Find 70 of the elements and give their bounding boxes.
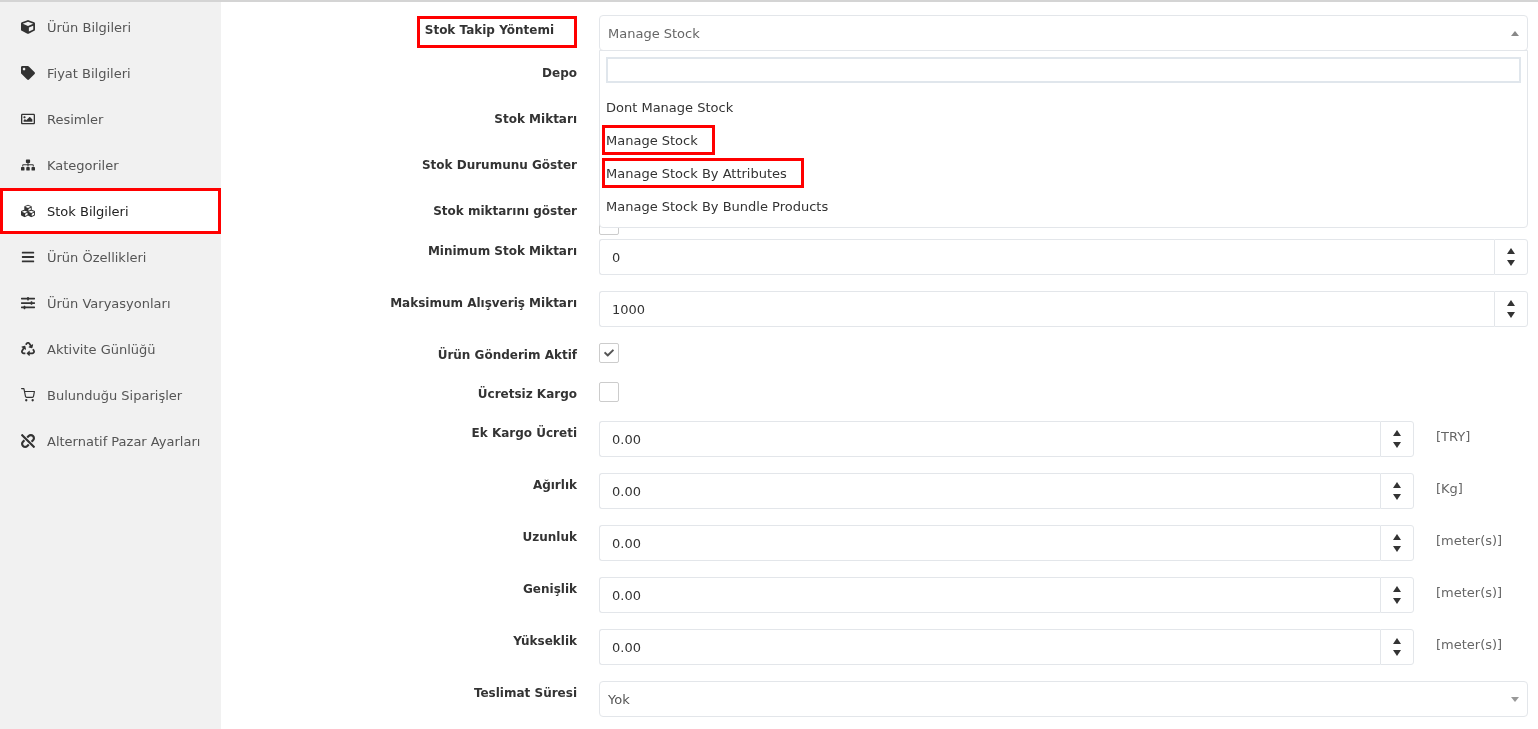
field-label: Ek Kargo Ücreti — [471, 426, 577, 440]
number-field[interactable]: 0.00 — [599, 577, 1380, 613]
up-arrow-icon[interactable] — [1393, 430, 1401, 436]
field-label: Genişlik — [523, 582, 577, 596]
sidebar-item[interactable]: Stok Bilgileri — [0, 188, 221, 234]
unit-label: [meter(s)] — [1435, 636, 1504, 652]
number-field[interactable]: 0 — [599, 239, 1494, 275]
checkbox[interactable] — [599, 382, 619, 402]
sitemap-icon — [21, 158, 35, 172]
field-label: Depo — [542, 66, 577, 80]
select-field[interactable]: Yok — [599, 681, 1528, 717]
down-arrow-icon[interactable] — [1507, 312, 1515, 318]
down-arrow-icon[interactable] — [1393, 546, 1401, 552]
cube-icon — [21, 20, 35, 34]
sliders-icon — [21, 296, 35, 310]
number-field[interactable]: 0.00 — [599, 421, 1380, 457]
field-label: Maksimum Alışveriş Miktarı — [390, 296, 577, 310]
broken-link-icon — [21, 434, 35, 448]
spin-buttons[interactable] — [1494, 291, 1528, 327]
unit-label: [meter(s)] — [1435, 584, 1504, 600]
number-field[interactable]: 0.00 — [599, 629, 1380, 665]
field-label: Minimum Stok Miktarı — [427, 244, 577, 258]
dropdown-option[interactable]: Manage Stock By Bundle Products — [606, 191, 829, 221]
field-label: Stok Miktarı — [494, 112, 577, 126]
number-field[interactable]: 0.00 — [599, 525, 1380, 561]
recycle-icon — [21, 342, 35, 356]
spin-buttons[interactable] — [1380, 525, 1414, 561]
up-arrow-icon[interactable] — [1393, 586, 1401, 592]
up-arrow-icon[interactable] — [1393, 534, 1401, 540]
dropdown-option[interactable]: Dont Manage Stock — [606, 92, 734, 122]
spin-buttons[interactable] — [1494, 239, 1528, 275]
field-label: Ücretsiz Kargo — [477, 387, 577, 401]
unit-label: [TRY] — [1435, 428, 1472, 444]
unit-label: [Kg] — [1435, 480, 1464, 496]
caret-icon — [1511, 30, 1519, 36]
field-label: Stok Takip Yöntemi — [416, 16, 577, 48]
up-arrow-icon[interactable] — [1393, 638, 1401, 644]
field-label: Yükseklik — [513, 634, 577, 648]
image-icon — [21, 112, 35, 126]
checkbox[interactable] — [599, 343, 619, 363]
down-arrow-icon[interactable] — [1393, 650, 1401, 656]
spin-buttons[interactable] — [1380, 421, 1414, 457]
field-label: Uzunluk — [522, 530, 577, 544]
cart-icon — [21, 388, 35, 402]
spin-buttons[interactable] — [1380, 629, 1414, 665]
field-label: Ürün Gönderim Aktif — [437, 348, 577, 362]
number-field[interactable]: 1000 — [599, 291, 1494, 327]
menu-icon — [21, 250, 35, 264]
check-icon — [604, 348, 614, 358]
up-arrow-icon[interactable] — [1507, 300, 1515, 306]
up-arrow-icon[interactable] — [1393, 482, 1401, 488]
unit-label: [meter(s)] — [1435, 532, 1504, 548]
down-arrow-icon[interactable] — [1393, 442, 1401, 448]
down-arrow-icon[interactable] — [1393, 598, 1401, 604]
search-field[interactable] — [606, 57, 1521, 83]
cubes-icon — [21, 204, 35, 218]
field-label: Teslimat Süresi — [473, 686, 577, 700]
field-label: Stok miktarını göster — [433, 204, 577, 218]
field-label: Stok Durumunu Göster — [421, 158, 577, 172]
number-field[interactable]: 0.00 — [599, 473, 1380, 509]
spin-buttons[interactable] — [1380, 473, 1414, 509]
tag-icon — [21, 66, 35, 80]
up-arrow-icon[interactable] — [1507, 248, 1515, 254]
down-arrow-icon[interactable] — [1507, 260, 1515, 266]
dropdown-option[interactable]: Manage Stock — [602, 125, 715, 155]
spin-buttons[interactable] — [1380, 577, 1414, 613]
dropdown-option[interactable]: Manage Stock By Attributes — [602, 158, 804, 188]
down-arrow-icon[interactable] — [1393, 494, 1401, 500]
field-label: Ağırlık — [532, 478, 577, 492]
caret-icon — [1511, 696, 1519, 702]
